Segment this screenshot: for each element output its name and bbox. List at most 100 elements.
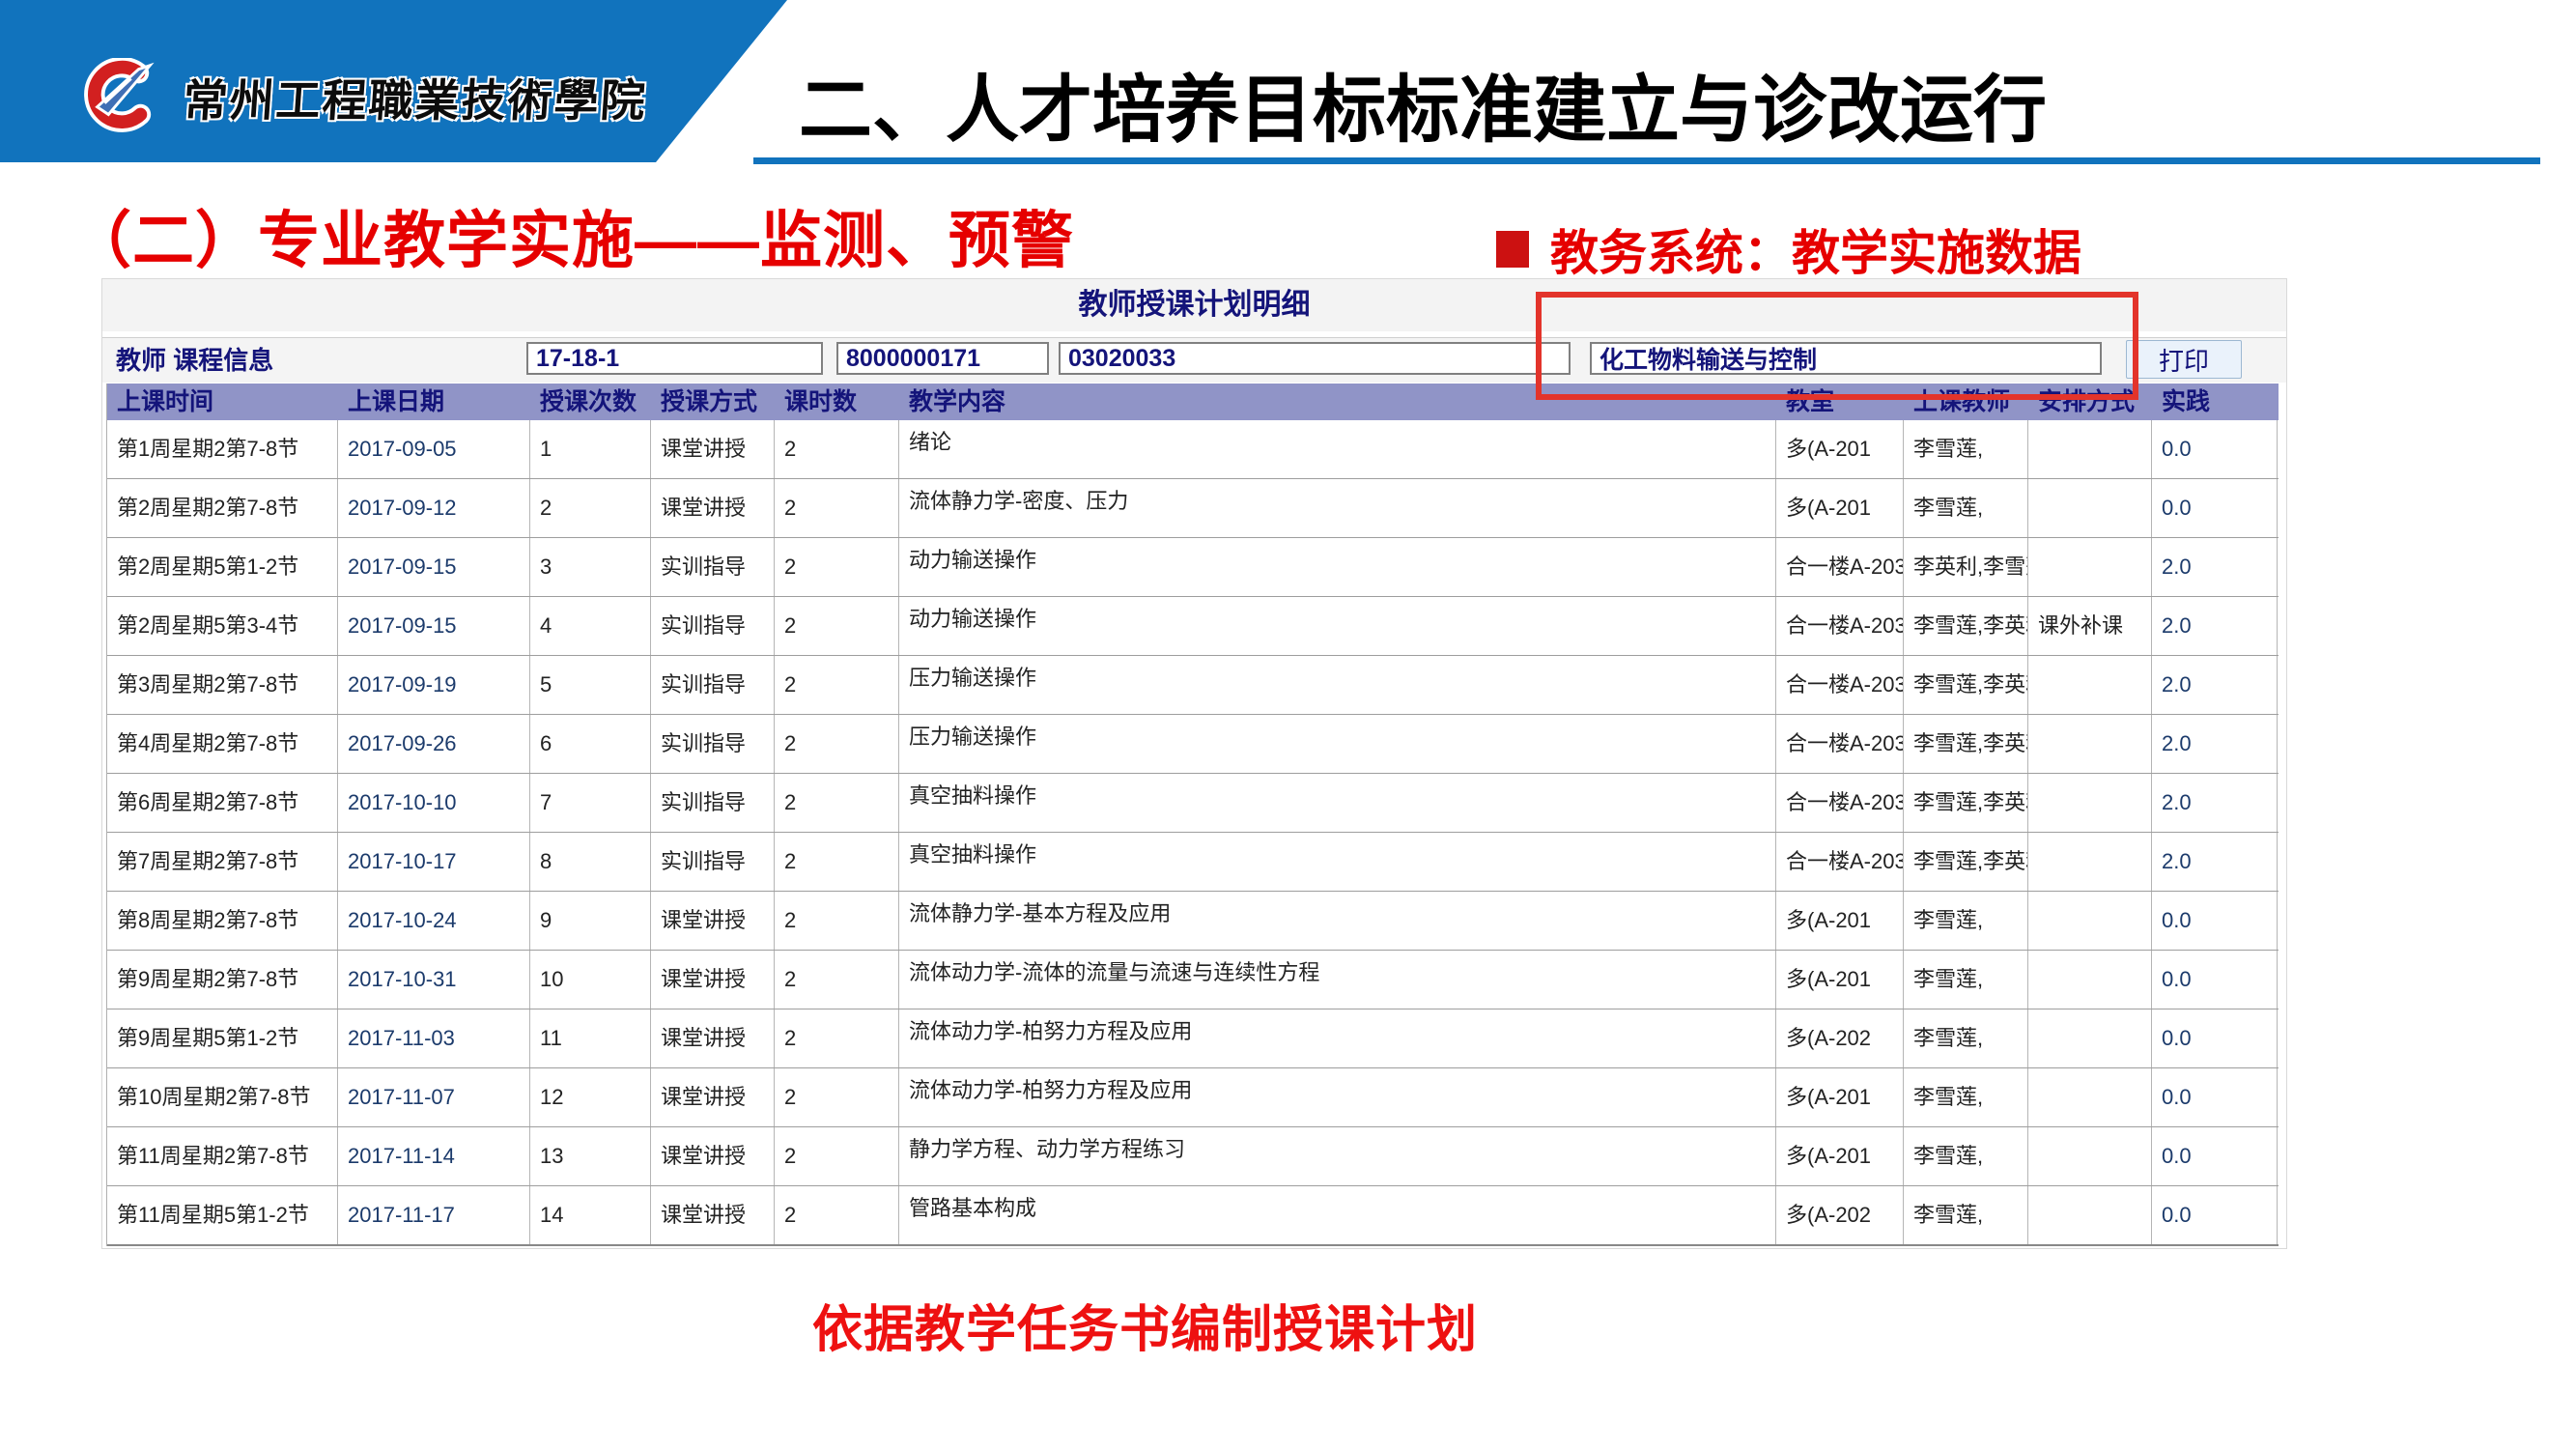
- table-cell: 李雪莲,: [1904, 1186, 2028, 1244]
- table-cell: 7: [530, 774, 651, 832]
- table-cell: 2: [775, 774, 899, 832]
- table-cell: 压力输送操作: [899, 656, 1776, 714]
- table-cell: [2028, 774, 2152, 832]
- table-row: 第7周星期2第7-8节2017-10-178实训指导2真空抽料操作合一楼A-20…: [107, 833, 2279, 892]
- table-cell: 2: [775, 1127, 899, 1185]
- bullet-square-icon: [1496, 231, 1529, 268]
- teacher-id-input[interactable]: [836, 342, 1049, 375]
- table-cell: 2017-10-24: [338, 892, 530, 950]
- bullet-row: 教务系统：教学实施数据: [1496, 214, 2081, 284]
- school-name: 常州工程職業技術學院: [182, 66, 669, 129]
- section-heading: （二）专业教学实施——监测、预警: [70, 191, 1074, 280]
- table-cell: 第11周星期2第7-8节: [107, 1127, 338, 1185]
- course-id-input[interactable]: [1059, 342, 1571, 375]
- table-cell: 李雪莲,李英利,: [1904, 715, 2028, 773]
- table-cell: 课堂讲授: [651, 479, 775, 537]
- table-cell: [2028, 479, 2152, 537]
- table-cell: 流体动力学-柏努力方程及应用: [899, 1068, 1776, 1126]
- slide: 常州工程職業技術學院 二、人才培养目标标准建立与诊改运行 （二）专业教学实施——…: [0, 0, 2576, 1450]
- table-cell: 2: [775, 892, 899, 950]
- table-cell: 流体静力学-密度、压力: [899, 479, 1776, 537]
- filter-label: 教师 课程信息: [116, 338, 273, 383]
- table-cell: 合一楼A-203: [1776, 597, 1904, 655]
- table-cell: 2017-11-03: [338, 1009, 530, 1067]
- table-cell: 多(A-201: [1776, 951, 1904, 1009]
- table-cell: 李雪莲,: [1904, 1068, 2028, 1126]
- table-cell: 李雪莲,: [1904, 479, 2028, 537]
- table-cell: 1: [530, 420, 651, 478]
- table-cell: 2017-10-31: [338, 951, 530, 1009]
- table-cell: 2.0: [2152, 715, 2278, 773]
- table-row: 第6周星期2第7-8节2017-10-107实训指导2真空抽料操作合一楼A-20…: [107, 774, 2279, 833]
- table-cell: 2017-11-14: [338, 1127, 530, 1185]
- table-cell: 合一楼A-203,: [1776, 715, 1904, 773]
- table-cell: 多(A-202: [1776, 1186, 1904, 1244]
- table-cell: 2017-09-05: [338, 420, 530, 478]
- table-cell: 2017-09-15: [338, 597, 530, 655]
- system-screenshot: 教师授课计划明细 教师 课程信息 打印 上课时间上课日期授课次数授课方式课时数教…: [101, 278, 2287, 1249]
- table-cell: 多(A-201: [1776, 1068, 1904, 1126]
- table-cell: 0.0: [2152, 951, 2278, 1009]
- table-cell: 2017-11-07: [338, 1068, 530, 1126]
- table-cell: 多(A-201: [1776, 420, 1904, 478]
- table-cell: 第2周星期2第7-8节: [107, 479, 338, 537]
- table-row: 第2周星期5第3-4节2017-09-154实训指导2动力输送操作合一楼A-20…: [107, 597, 2279, 656]
- table-cell: 0.0: [2152, 892, 2278, 950]
- table-cell: 2: [775, 538, 899, 596]
- table-cell: 12: [530, 1068, 651, 1126]
- table-cell: 2: [775, 1009, 899, 1067]
- table-row: 第1周星期2第7-8节2017-09-051课堂讲授2绪论多(A-201李雪莲,…: [107, 420, 2279, 479]
- term-input[interactable]: [526, 342, 823, 375]
- table-cell: 李雪莲,李英利,: [1904, 833, 2028, 891]
- table-cell: 2017-11-17: [338, 1186, 530, 1244]
- table-cell: 2: [775, 420, 899, 478]
- table-cell: 0.0: [2152, 420, 2278, 478]
- table-cell: 第1周星期2第7-8节: [107, 420, 338, 478]
- table-cell: 2.0: [2152, 833, 2278, 891]
- table-row: 第10周星期2第7-8节2017-11-0712课堂讲授2流体动力学-柏努力方程…: [107, 1068, 2279, 1127]
- table-cell: 9: [530, 892, 651, 950]
- table-cell: 多(A-201: [1776, 892, 1904, 950]
- school-banner: 常州工程職業技術學院: [0, 0, 787, 162]
- table-cell: 第4周星期2第7-8节: [107, 715, 338, 773]
- table-cell: 流体静力学-基本方程及应用: [899, 892, 1776, 950]
- table-cell: 课堂讲授: [651, 951, 775, 1009]
- table-row: 第11周星期2第7-8节2017-11-1413课堂讲授2静力学方程、动力学方程…: [107, 1127, 2279, 1186]
- table-row: 第2周星期2第7-8节2017-09-122课堂讲授2流体静力学-密度、压力多(…: [107, 479, 2279, 538]
- table-cell: [2028, 892, 2152, 950]
- table-row: 第11周星期5第1-2节2017-11-1714课堂讲授2管路基本构成多(A-2…: [107, 1186, 2279, 1246]
- table-cell: 绪论: [899, 420, 1776, 478]
- table-cell: 合一楼A-203,: [1776, 538, 1904, 596]
- plan-table-body: 第1周星期2第7-8节2017-09-051课堂讲授2绪论多(A-201李雪莲,…: [107, 420, 2279, 1246]
- table-cell: 第7周星期2第7-8节: [107, 833, 338, 891]
- table-cell: 实训指导: [651, 774, 775, 832]
- table-cell: 2: [530, 479, 651, 537]
- table-row: 第9周星期2第7-8节2017-10-3110课堂讲授2流体动力学-流体的流量与…: [107, 951, 2279, 1009]
- table-cell: 多(A-201: [1776, 1127, 1904, 1185]
- table-cell: 第2周星期5第3-4节: [107, 597, 338, 655]
- table-cell: 2017-10-10: [338, 774, 530, 832]
- table-row: 第4周星期2第7-8节2017-09-266实训指导2压力输送操作合一楼A-20…: [107, 715, 2279, 774]
- table-cell: 李英利,李雪莲,: [1904, 538, 2028, 596]
- table-cell: 2017-10-17: [338, 833, 530, 891]
- table-cell: 李雪莲,: [1904, 420, 2028, 478]
- table-cell: 0.0: [2152, 479, 2278, 537]
- school-logo-icon: [82, 58, 157, 133]
- print-button[interactable]: 打印: [2126, 340, 2242, 379]
- table-cell: [2028, 1009, 2152, 1067]
- table-cell: 2.0: [2152, 538, 2278, 596]
- table-cell: 李雪莲,李英利,: [1904, 774, 2028, 832]
- table-cell: 2: [775, 833, 899, 891]
- table-cell: 2017-09-12: [338, 479, 530, 537]
- table-cell: 真空抽料操作: [899, 833, 1776, 891]
- table-cell: 课堂讲授: [651, 1127, 775, 1185]
- table-cell: 流体动力学-流体的流量与流速与连续性方程: [899, 951, 1776, 1009]
- table-cell: 2: [775, 479, 899, 537]
- table-cell: [2028, 1127, 2152, 1185]
- table-cell: 合一楼A-203,: [1776, 656, 1904, 714]
- table-cell: 第10周星期2第7-8节: [107, 1068, 338, 1126]
- table-cell: [2028, 1068, 2152, 1126]
- table-cell: 课堂讲授: [651, 1009, 775, 1067]
- table-cell: 6: [530, 715, 651, 773]
- table-cell: 第6周星期2第7-8节: [107, 774, 338, 832]
